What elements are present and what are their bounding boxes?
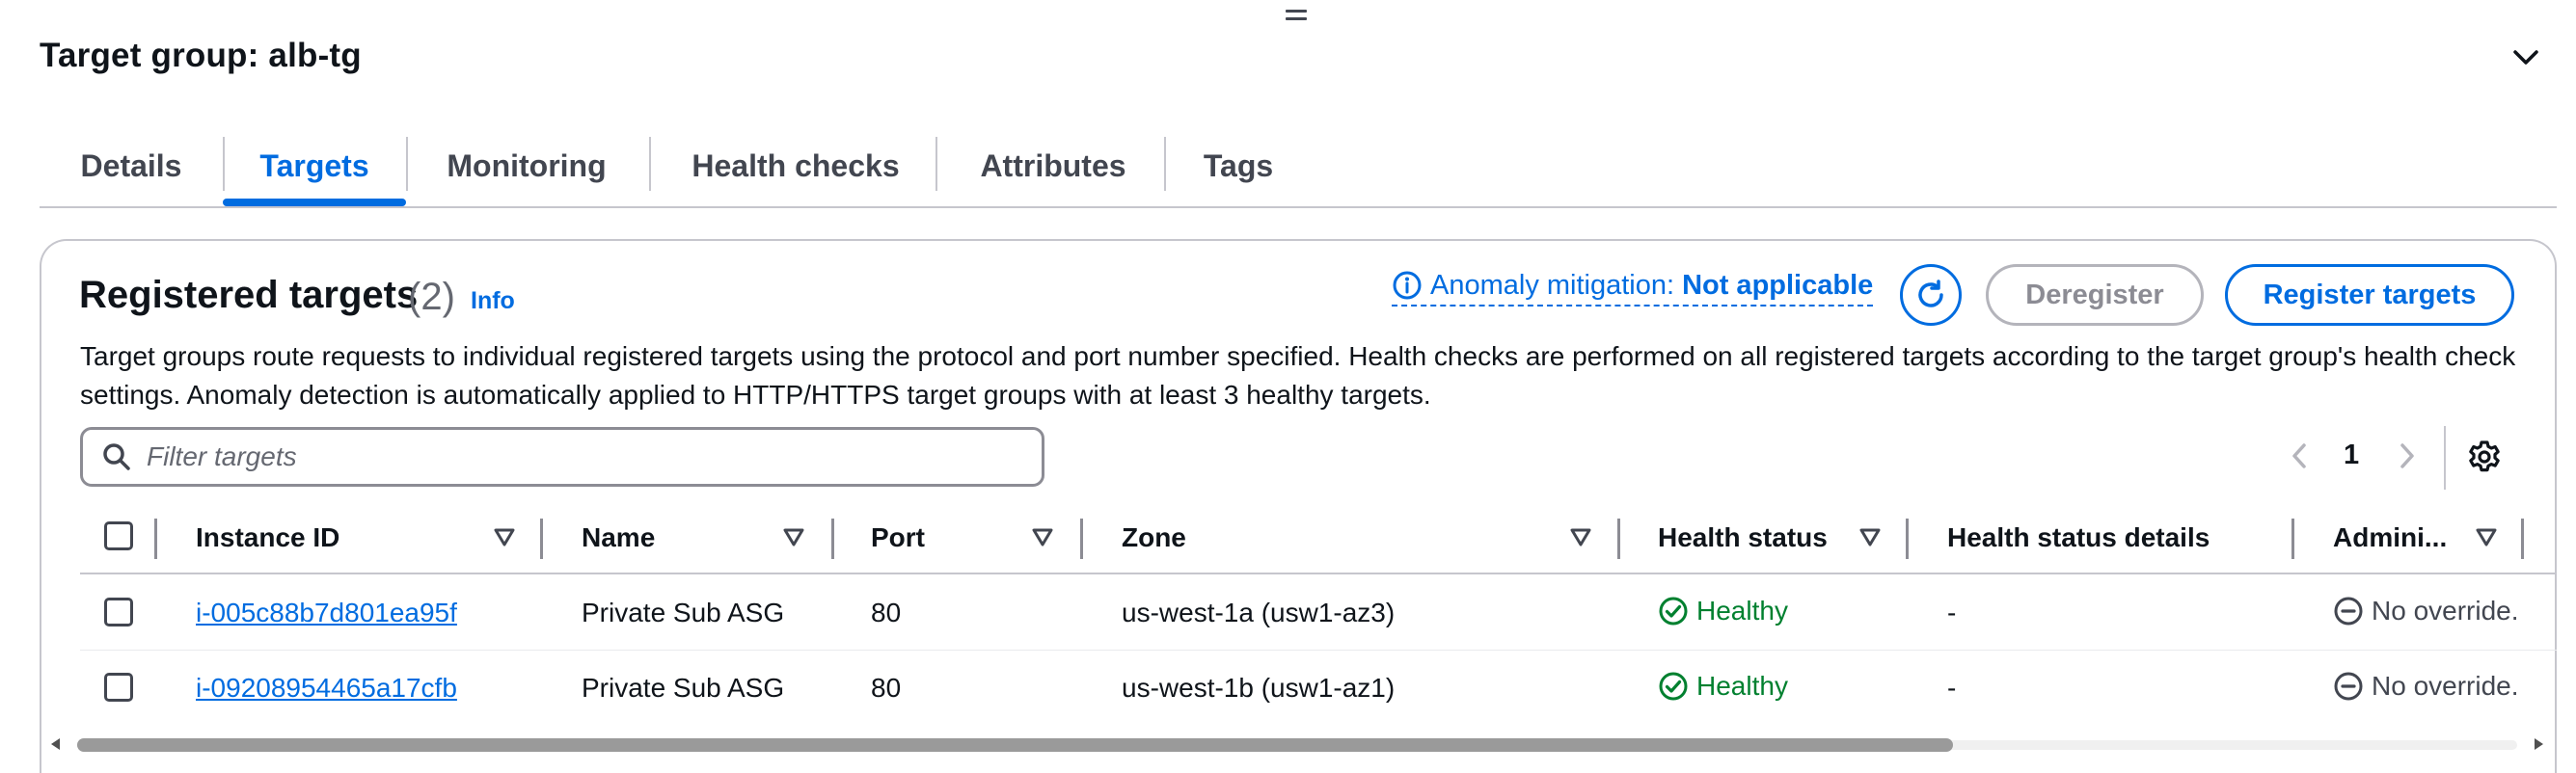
admin-override-text: No override. bbox=[2372, 596, 2519, 626]
sort-caret-icon[interactable] bbox=[783, 526, 804, 552]
cell-port: 80 bbox=[871, 598, 902, 627]
column-header-name[interactable]: Name bbox=[582, 522, 655, 553]
column-separator[interactable] bbox=[1617, 519, 1620, 559]
filter-targets-field[interactable] bbox=[80, 427, 1044, 487]
column-header-zone[interactable]: Zone bbox=[1122, 522, 1186, 553]
health-status: Healthy bbox=[1658, 671, 1788, 702]
column-separator[interactable] bbox=[1906, 519, 1909, 559]
column-header-port[interactable]: Port bbox=[871, 522, 925, 553]
sort-caret-icon[interactable] bbox=[1859, 526, 1881, 552]
drag-handle-icon[interactable] bbox=[1286, 10, 1307, 25]
sort-caret-icon[interactable] bbox=[1032, 526, 1053, 552]
table-header-divider bbox=[80, 573, 2557, 574]
row-divider bbox=[80, 650, 2557, 651]
target-count: (2) bbox=[408, 276, 455, 318]
horizontal-scrollbar[interactable] bbox=[48, 733, 2546, 756]
info-circle-icon bbox=[1393, 271, 1422, 300]
health-status-text: Healthy bbox=[1696, 596, 1788, 626]
active-tab-indicator bbox=[223, 199, 406, 206]
column-separator bbox=[154, 519, 157, 559]
sort-caret-icon[interactable] bbox=[2476, 526, 2497, 552]
filter-targets-input[interactable] bbox=[147, 441, 1015, 472]
column-header-health-status-details[interactable]: Health status details bbox=[1947, 522, 2210, 553]
anomaly-mitigation-link[interactable]: Anomaly mitigation: Not applicable bbox=[1392, 266, 1874, 307]
admin-override: No override. bbox=[2333, 596, 2519, 626]
info-link[interactable]: Info bbox=[471, 287, 515, 315]
health-status-text: Healthy bbox=[1696, 671, 1788, 701]
tab-health-checks[interactable]: Health checks bbox=[651, 125, 940, 206]
tab-attributes[interactable]: Attributes bbox=[937, 125, 1169, 206]
cell-name: Private Sub ASG bbox=[582, 673, 785, 703]
instance-id-link[interactable]: i-09208954465a17cfb bbox=[196, 673, 457, 704]
settings-gear-icon[interactable] bbox=[2467, 440, 2502, 479]
cell-zone: us-west-1a (usw1-az3) bbox=[1122, 598, 1396, 627]
cell-health-details: - bbox=[1947, 598, 1957, 627]
tab-bar: Details Targets Monitoring Health checks… bbox=[40, 125, 2557, 208]
search-icon bbox=[103, 443, 130, 470]
status-stopped-icon bbox=[2334, 597, 2363, 626]
tab-monitoring[interactable]: Monitoring bbox=[406, 125, 647, 206]
column-header-administrative-override[interactable]: Admini... bbox=[2333, 522, 2447, 553]
scroll-right-arrow-icon[interactable] bbox=[2531, 736, 2546, 757]
anomaly-label: Anomaly mitigation: bbox=[1430, 269, 1675, 301]
scroll-left-arrow-icon[interactable] bbox=[48, 736, 64, 757]
sort-caret-icon[interactable] bbox=[1570, 526, 1591, 552]
instance-id-link[interactable]: i-005c88b7d801ea95f bbox=[196, 598, 457, 628]
select-all-checkbox[interactable] bbox=[104, 521, 133, 550]
tab-tags[interactable]: Tags bbox=[1166, 125, 1311, 206]
page-title: Target group: alb-tg bbox=[40, 37, 362, 74]
row-checkbox[interactable] bbox=[104, 673, 133, 702]
tab-details[interactable]: Details bbox=[40, 125, 223, 206]
sort-caret-icon[interactable] bbox=[494, 526, 515, 552]
column-separator[interactable] bbox=[831, 519, 834, 559]
cell-zone: us-west-1b (usw1-az1) bbox=[1122, 673, 1396, 703]
admin-override: No override. bbox=[2333, 671, 2519, 702]
deregister-button[interactable]: Deregister bbox=[1986, 264, 2204, 326]
column-separator[interactable] bbox=[1080, 519, 1083, 559]
column-header-instance-id[interactable]: Instance ID bbox=[196, 522, 339, 553]
pagination-separator bbox=[2444, 426, 2446, 490]
status-positive-icon bbox=[1659, 597, 1688, 626]
panel-description: Target groups route requests to individu… bbox=[80, 341, 2516, 410]
refresh-button[interactable] bbox=[1900, 264, 1962, 326]
panel-title: Registered targets bbox=[79, 274, 419, 316]
cell-name: Private Sub ASG bbox=[582, 598, 785, 627]
chevron-left-icon[interactable] bbox=[2288, 441, 2311, 475]
row-checkbox[interactable] bbox=[104, 598, 133, 626]
status-positive-icon bbox=[1659, 672, 1688, 701]
register-targets-button[interactable]: Register targets bbox=[2225, 264, 2514, 326]
cell-port: 80 bbox=[871, 673, 902, 703]
scroll-thumb[interactable] bbox=[77, 738, 1953, 752]
column-separator[interactable] bbox=[540, 519, 543, 559]
tab-targets[interactable]: Targets bbox=[223, 125, 406, 206]
page-number[interactable]: 1 bbox=[2344, 440, 2359, 471]
health-status: Healthy bbox=[1658, 596, 1788, 626]
column-header-health-status[interactable]: Health status bbox=[1658, 522, 1828, 553]
column-separator[interactable] bbox=[2291, 519, 2294, 559]
refresh-icon bbox=[1918, 280, 1943, 307]
admin-override-text: No override. bbox=[2372, 671, 2519, 701]
column-separator[interactable] bbox=[2521, 519, 2524, 559]
anomaly-value: Not applicable bbox=[1682, 269, 1874, 301]
cell-health-details: - bbox=[1947, 673, 1957, 703]
chevron-down-icon[interactable] bbox=[2511, 42, 2540, 71]
status-stopped-icon bbox=[2334, 672, 2363, 701]
chevron-right-icon[interactable] bbox=[2396, 441, 2419, 475]
